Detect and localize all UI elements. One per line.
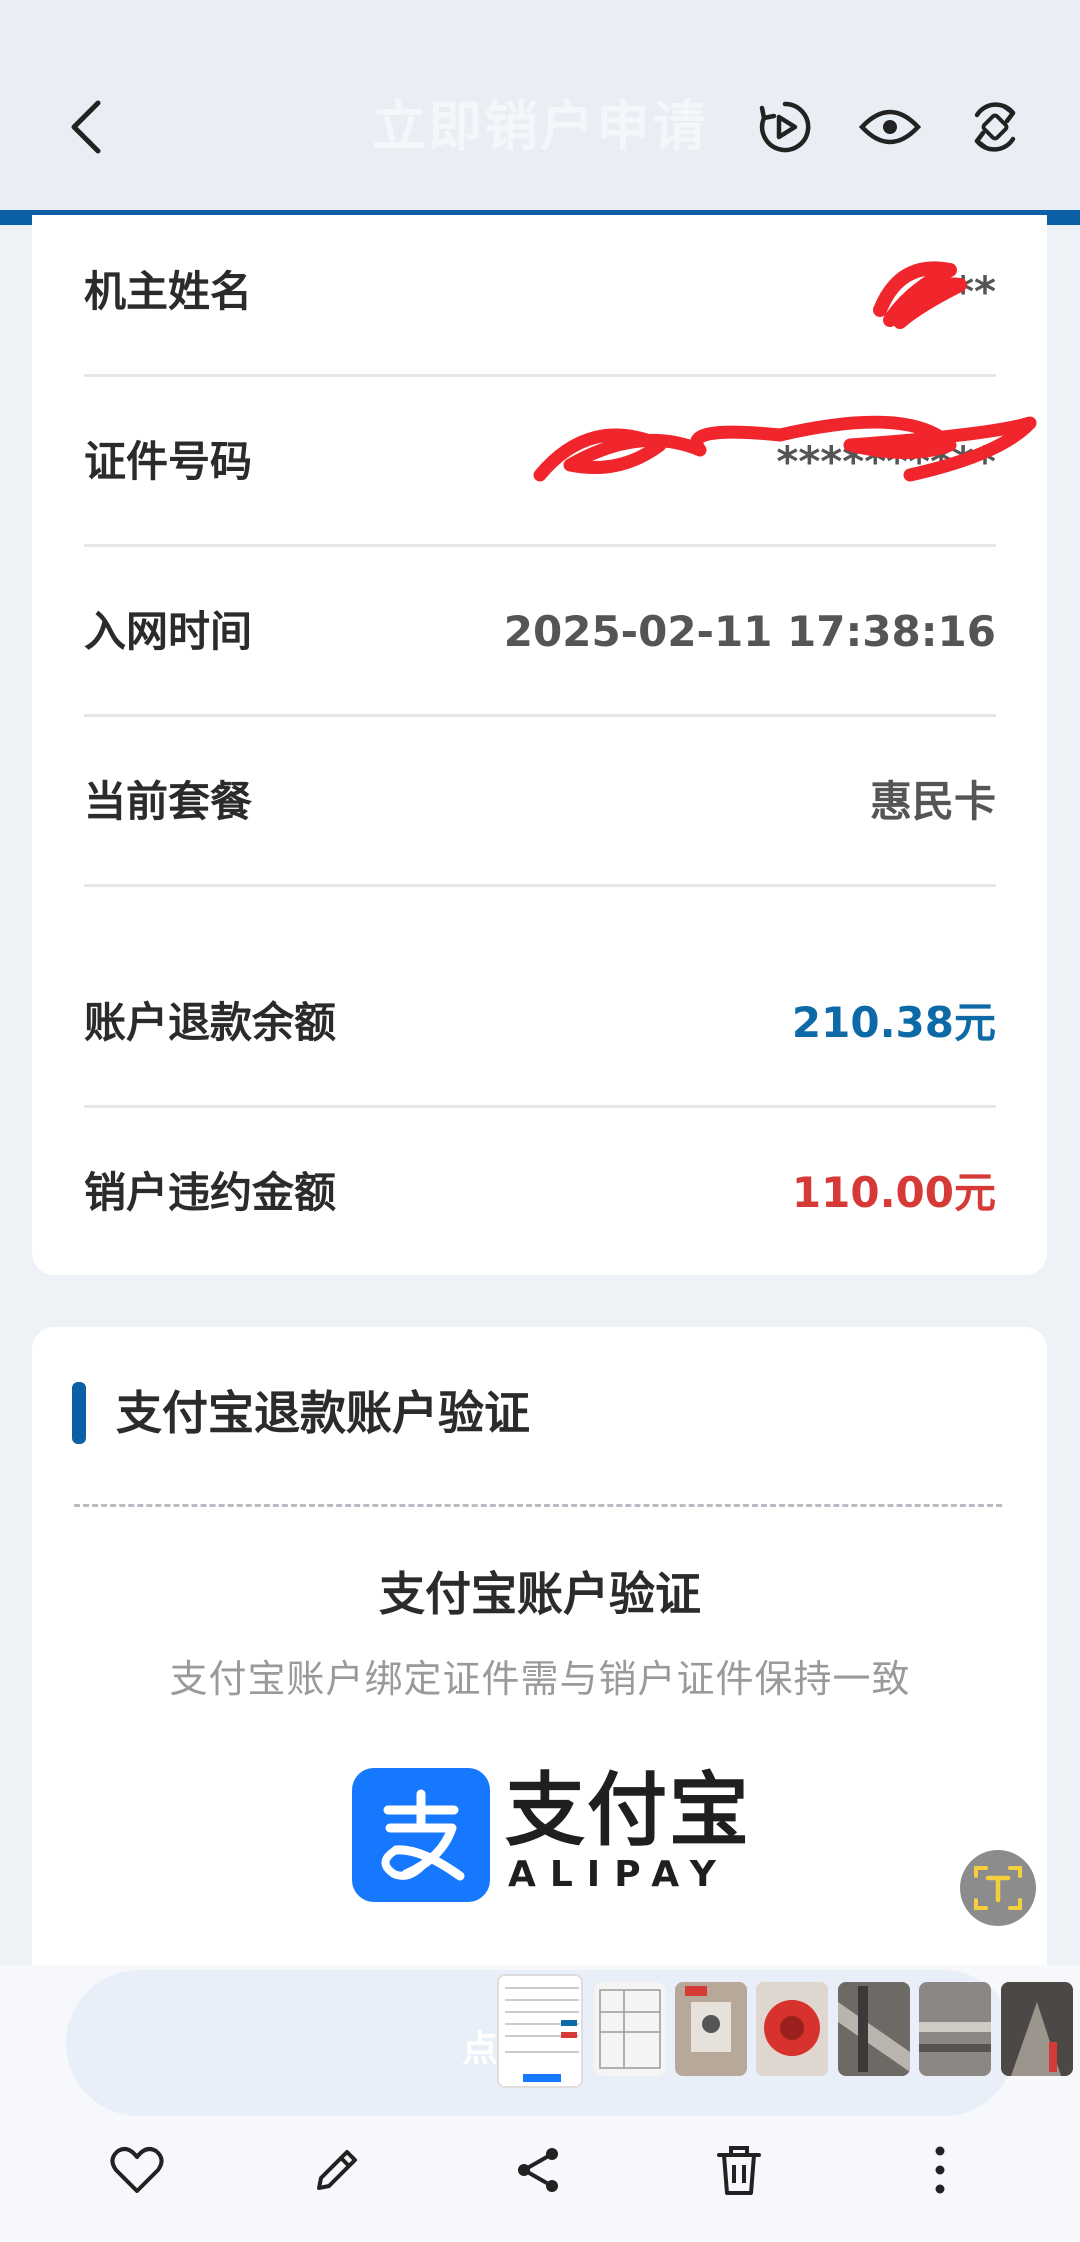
- eye-icon: [859, 109, 921, 145]
- thumbnail-image: [756, 1982, 828, 2076]
- penalty-amount-row: 销户违约金额 110.00元: [84, 1108, 996, 1278]
- refund-balance-label: 账户退款余额: [84, 998, 337, 1047]
- alipay-icon: [381, 1789, 465, 1881]
- penalty-amount-label: 销户违约金额: [84, 1168, 337, 1217]
- thumbnail-image: [594, 1982, 666, 2076]
- delete-button[interactable]: [699, 2130, 779, 2210]
- current-plan-label: 当前套餐: [84, 777, 253, 826]
- favorite-button[interactable]: [97, 2130, 177, 2210]
- thumbnail-image: [499, 1976, 581, 2086]
- edit-button[interactable]: [297, 2130, 377, 2210]
- thumbnail[interactable]: [594, 1982, 666, 2076]
- more-vertical-icon: [935, 2146, 945, 2194]
- ocr-text-icon: [974, 1866, 1022, 1910]
- id-number-label: 证件号码: [84, 437, 253, 486]
- back-button[interactable]: [60, 92, 112, 162]
- share-button[interactable]: [498, 2130, 578, 2210]
- thumbnail-image: [1001, 1982, 1073, 2076]
- rotate-button[interactable]: [960, 92, 1030, 162]
- section-title: 支付宝退款账户验证: [116, 1386, 530, 1440]
- join-time-label: 入网时间: [84, 607, 253, 656]
- redaction-scribble: [533, 415, 1037, 482]
- redaction-scribble: [873, 261, 967, 329]
- back-icon: [71, 100, 101, 154]
- pencil-icon: [317, 2150, 357, 2190]
- motion-photo-icon: [759, 101, 811, 153]
- heart-icon: [110, 2147, 164, 2193]
- share-icon: [518, 2148, 558, 2192]
- verify-subtitle: 支付宝账户绑定证件需与销户证件保持一致: [169, 1657, 911, 1701]
- current-plan-value: 惠民卡: [869, 777, 996, 826]
- alipay-logo-en: ALIPAY: [508, 1854, 730, 1895]
- caption-text: 点: [462, 2029, 499, 2070]
- alipay-logo[interactable]: [352, 1768, 490, 1902]
- thumbnail[interactable]: [756, 1982, 828, 2076]
- penalty-amount-value: 110.00元: [791, 1168, 996, 1217]
- eye-button[interactable]: [855, 92, 925, 162]
- thumbnail-image: [675, 1982, 747, 2076]
- thumbnail-image: [838, 1982, 910, 2076]
- thumbnail[interactable]: [919, 1982, 991, 2076]
- trash-icon: [717, 2146, 761, 2195]
- verify-title: 支付宝账户验证: [379, 1567, 701, 1621]
- ocr-button[interactable]: [960, 1850, 1036, 1926]
- dashed-divider: [74, 1504, 1002, 1507]
- thumbnail-image: [919, 1982, 991, 2076]
- thumbnail[interactable]: [675, 1982, 747, 2076]
- more-button[interactable]: [900, 2130, 980, 2210]
- join-time-row: 入网时间 2025-02-11 17:38:16: [84, 547, 996, 717]
- thumbnail[interactable]: [1001, 1982, 1073, 2076]
- owner-name-label: 机主姓名: [84, 267, 253, 316]
- thumbnail-current[interactable]: [497, 1974, 583, 2088]
- thumbnail[interactable]: [838, 1982, 910, 2076]
- section-marker: [72, 1382, 86, 1444]
- page-title: 立即销户申请: [372, 95, 708, 158]
- current-plan-row: 当前套餐 惠民卡: [84, 717, 996, 887]
- join-time-value: 2025-02-11 17:38:16: [503, 607, 996, 656]
- motion-photo-button[interactable]: [750, 92, 820, 162]
- refund-balance-value: 210.38元: [791, 998, 996, 1047]
- rotate-icon: [974, 102, 1016, 152]
- refund-balance-row: 账户退款余额 210.38元: [84, 938, 996, 1108]
- alipay-logo-text: 支付宝: [505, 1764, 751, 1857]
